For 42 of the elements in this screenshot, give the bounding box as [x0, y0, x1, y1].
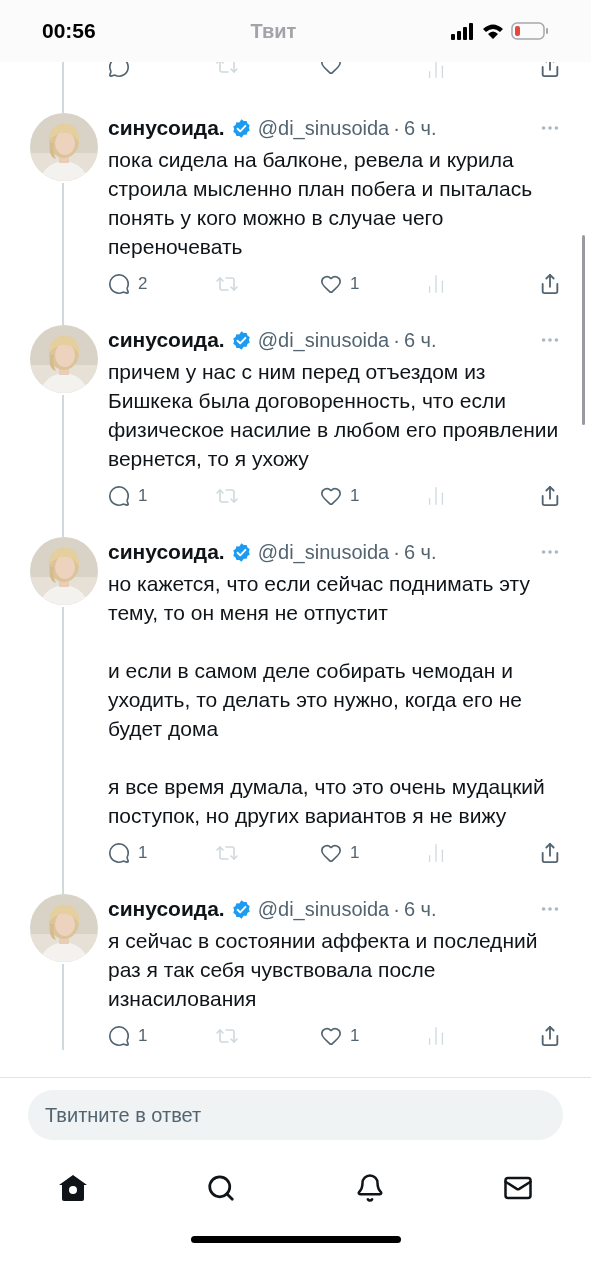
reply-count: 1: [138, 485, 148, 508]
separator-dot: ·: [393, 328, 400, 353]
tweet-text: я сейчас в состоянии аффекта и последний раз я так себя чувствовала после изнасилования: [108, 928, 539, 1012]
author-handle[interactable]: @di_sinusoida: [257, 537, 390, 567]
author-name[interactable]: синусоида.: [108, 324, 225, 356]
tweet-time: 6 ч.: [403, 328, 437, 353]
tweet-text: причем у нас с ним перед отъездом из Бишкека была договоренность, что если физическое насилие в любом его проявлении вернется, то я ухожу: [108, 359, 560, 472]
separator-dot: ·: [393, 897, 400, 922]
reply-count: 2: [138, 273, 148, 296]
reply-field[interactable]: Твитните в ответ: [28, 1090, 563, 1140]
verified-badge-icon: [230, 329, 252, 351]
like-count: 1: [350, 842, 360, 865]
battery-icon: [511, 22, 549, 40]
like-count: 1: [350, 273, 360, 296]
search-icon[interactable]: [206, 1173, 237, 1203]
author-handle[interactable]: @di_sinusoida: [257, 113, 390, 143]
author-name[interactable]: синусоида.: [108, 536, 225, 568]
author-handle[interactable]: @di_sinusoida: [257, 325, 390, 355]
home-icon[interactable]: [58, 1174, 88, 1202]
tweet-time: 6 ч.: [403, 116, 437, 141]
verified-badge-icon: [230, 541, 252, 563]
author-handle[interactable]: @di_sinusoida: [257, 894, 390, 924]
like-count: 1: [350, 1025, 360, 1048]
wifi-icon: [482, 22, 504, 40]
separator-dot: ·: [393, 540, 400, 565]
status-time: 00:56: [42, 18, 96, 45]
header-title: Твит: [250, 19, 297, 44]
author-name[interactable]: синусоида.: [108, 893, 225, 925]
verified-badge-icon: [230, 117, 252, 139]
tweet-text: но кажется, что если сейчас поднимать эту тему, то он меня не отпустит: [108, 571, 531, 626]
tweet-time: 6 ч.: [403, 540, 437, 565]
author-name[interactable]: синусоида.: [108, 112, 225, 144]
reply-count: 1: [138, 842, 148, 865]
signal-icon: [451, 22, 475, 40]
verified-badge-icon: [230, 898, 252, 920]
separator-dot: ·: [393, 116, 400, 141]
tweet-text: и если в самом деле собирать чемодан и уходить, то делать это нужно, когда его не будет дома: [108, 658, 523, 742]
reply-count: 1: [138, 1025, 148, 1048]
tweet-text: пока сидела на балконе, ревела и курила строила мысленно план побега и пыталась понять у кого можно в случае чего переночевать: [108, 147, 534, 260]
tweet-time: 6 ч.: [403, 897, 437, 922]
tweet-text: я все время думала, что это очень мудацкий поступок, но других вариантов я не вижу: [108, 774, 546, 829]
like-count: 1: [350, 485, 360, 508]
